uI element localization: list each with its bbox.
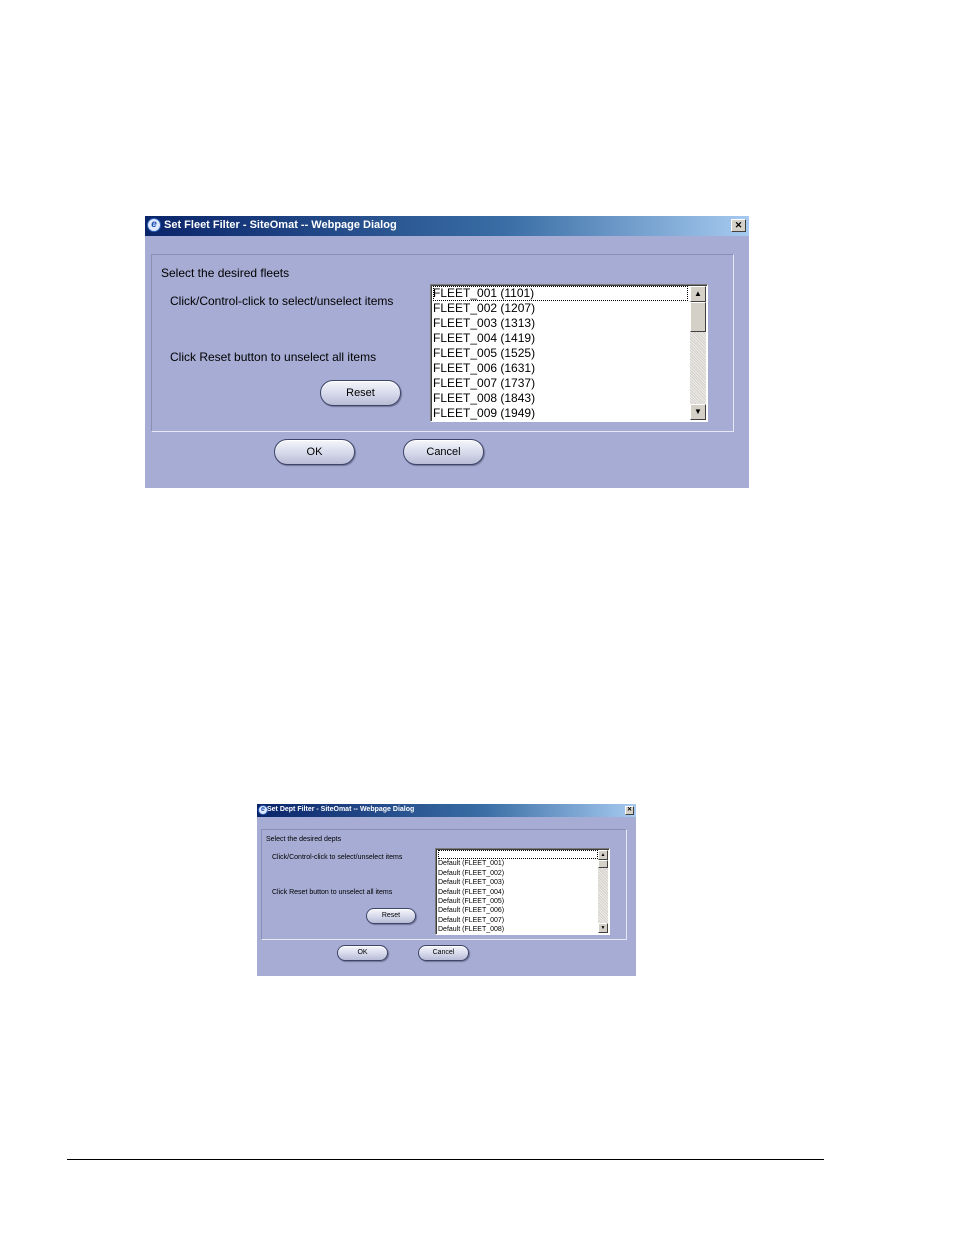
dept-listbox[interactable]: Default (FLEET_001) Default (FLEET_002) … xyxy=(435,848,610,935)
ie-icon: e xyxy=(147,218,161,232)
close-icon: ✕ xyxy=(626,807,633,813)
close-button[interactable]: ✕ xyxy=(625,806,634,815)
dept-list-items: Default (FLEET_001) Default (FLEET_002) … xyxy=(438,850,598,934)
cancel-button-label: Cancel xyxy=(426,446,461,458)
list-item[interactable]: FLEET_002 (1207) xyxy=(433,301,688,316)
dept-filter-dialog: e Set Dept Filter - SiteOmat -- Webpage … xyxy=(257,804,636,976)
arrow-up-icon: ▲ xyxy=(694,289,702,298)
fleet-heading: Select the desired fleets xyxy=(161,266,290,280)
ok-button[interactable]: OK xyxy=(337,945,388,961)
reset-button-label: Reset xyxy=(346,387,375,399)
fleet-list-items: FLEET_001 (1101) FLEET_002 (1207) FLEET_… xyxy=(433,286,688,421)
fleet-filter-dialog: e Set Fleet Filter - SiteOmat -- Webpage… xyxy=(145,216,749,488)
fleet-dialog-title: Set Fleet Filter - SiteOmat -- Webpage D… xyxy=(164,219,397,231)
reset-button[interactable]: Reset xyxy=(366,908,416,924)
reset-button-label: Reset xyxy=(381,912,401,919)
ok-button-label: OK xyxy=(357,949,368,956)
list-item[interactable]: FLEET_003 (1313) xyxy=(433,316,688,331)
dept-scrollbar[interactable]: ▲ ▼ xyxy=(598,850,608,933)
dept-dialog-title: Set Dept Filter - SiteOmat -- Webpage Di… xyxy=(267,806,415,813)
arrow-down-icon: ▼ xyxy=(600,925,606,931)
page-footer-rule xyxy=(67,1159,824,1160)
cancel-button[interactable]: Cancel xyxy=(418,945,469,961)
reset-button[interactable]: Reset xyxy=(320,380,401,406)
list-item[interactable]: Default (FLEET_002) xyxy=(438,869,598,878)
list-item[interactable]: FLEET_008 (1843) xyxy=(433,391,688,406)
list-item[interactable] xyxy=(438,850,598,860)
scroll-thumb[interactable] xyxy=(598,860,608,868)
list-item[interactable]: Default (FLEET_008) xyxy=(438,925,598,934)
cancel-button[interactable]: Cancel xyxy=(403,439,484,465)
list-item[interactable]: FLEET_001 (1101) xyxy=(433,286,688,301)
ok-button[interactable]: OK xyxy=(274,439,355,465)
list-item[interactable]: FLEET_005 (1525) xyxy=(433,346,688,361)
close-button[interactable]: ✕ xyxy=(731,219,746,232)
ok-button-label: OK xyxy=(306,446,323,458)
select-instruction: Click/Control-click to select/unselect i… xyxy=(170,294,394,308)
list-item[interactable]: FLEET_007 (1737) xyxy=(433,376,688,391)
list-item[interactable]: Default (FLEET_005) xyxy=(438,897,598,906)
fleet-dialog-titlebar[interactable]: e Set Fleet Filter - SiteOmat -- Webpage… xyxy=(145,216,749,236)
scroll-thumb[interactable] xyxy=(690,302,706,332)
dept-heading: Select the desired depts xyxy=(266,836,342,843)
arrow-up-icon: ▲ xyxy=(600,852,606,858)
list-item[interactable]: Default (FLEET_006) xyxy=(438,906,598,915)
scroll-down-button[interactable]: ▼ xyxy=(690,404,706,420)
cancel-button-label: Cancel xyxy=(432,949,455,956)
close-icon: ✕ xyxy=(734,220,743,230)
scroll-up-button[interactable]: ▲ xyxy=(690,286,706,302)
list-item[interactable]: Default (FLEET_007) xyxy=(438,916,598,925)
list-item[interactable]: FLEET_004 (1419) xyxy=(433,331,688,346)
reset-instruction: Click Reset button to unselect all items xyxy=(272,889,393,896)
dept-dialog-titlebar[interactable]: e Set Dept Filter - SiteOmat -- Webpage … xyxy=(257,804,636,817)
fleet-listbox[interactable]: FLEET_001 (1101) FLEET_002 (1207) FLEET_… xyxy=(430,284,708,422)
list-item[interactable]: Default (FLEET_004) xyxy=(438,888,598,897)
fleet-scrollbar[interactable]: ▲ ▼ xyxy=(690,286,706,420)
list-item[interactable]: FLEET_006 (1631) xyxy=(433,361,688,376)
list-item[interactable]: Default (FLEET_001) xyxy=(438,859,598,868)
arrow-down-icon: ▼ xyxy=(694,407,702,416)
select-instruction: Click/Control-click to select/unselect i… xyxy=(272,854,403,861)
scroll-up-button[interactable]: ▲ xyxy=(598,850,608,860)
list-item[interactable]: FLEET_009 (1949) xyxy=(433,406,688,421)
scroll-down-button[interactable]: ▼ xyxy=(598,923,608,933)
list-item[interactable]: Default (FLEET_003) xyxy=(438,878,598,887)
reset-instruction: Click Reset button to unselect all items xyxy=(170,350,377,364)
